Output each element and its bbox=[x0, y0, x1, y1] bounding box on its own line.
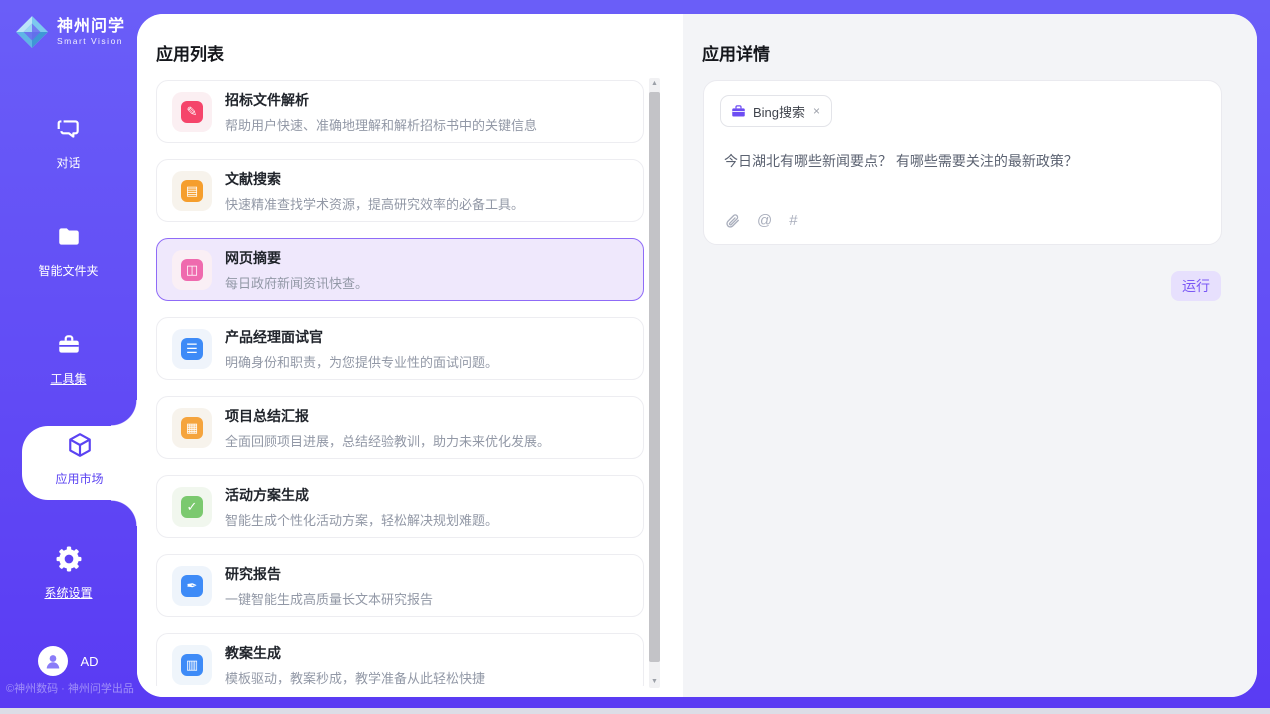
folder-icon bbox=[56, 224, 82, 250]
app-list: ✎ 招标文件解析 帮助用户快速、准确地理解和解析招标书中的关键信息 ▤ 文献搜索… bbox=[137, 80, 683, 686]
chat-icon bbox=[56, 116, 82, 142]
close-icon[interactable]: × bbox=[812, 104, 821, 118]
books-icon: ▥ bbox=[172, 645, 212, 685]
scroll-down-icon[interactable]: ▼ bbox=[649, 676, 660, 688]
app-card-title: 网页摘要 bbox=[225, 248, 368, 268]
app-frame: 神州问学 Smart Vision 对话 智能文件夹 工具集 应用市场 系统设置… bbox=[0, 0, 1270, 708]
copyright-text: ©神州数码 · 神州问学出品 bbox=[6, 680, 134, 696]
query-input[interactable]: 今日湖北有哪些新闻要点？ 有哪些需要关注的最新政策？ bbox=[724, 151, 1201, 171]
app-card-desc: 每日政府新闻资讯快查。 bbox=[225, 273, 368, 292]
app-card-desc: 模板驱动，教案秒成，教学准备从此轻松快捷 bbox=[225, 668, 485, 687]
toolbox-icon bbox=[56, 332, 82, 358]
app-card[interactable]: ✎ 招标文件解析 帮助用户快速、准确地理解和解析招标书中的关键信息 bbox=[156, 80, 644, 143]
app-card-title: 研究报告 bbox=[225, 564, 433, 584]
app-card-desc: 一键智能生成高质量长文本研究报告 bbox=[225, 589, 433, 608]
app-card-title: 项目总结汇报 bbox=[225, 406, 550, 426]
app-card-desc: 智能生成个性化活动方案，轻松解决规划难题。 bbox=[225, 510, 498, 529]
clipboard-check-icon: ✓ bbox=[172, 487, 212, 527]
report-note-icon: ▦ bbox=[172, 408, 212, 448]
app-card-title: 产品经理面试官 bbox=[225, 327, 498, 347]
app-card-title: 活动方案生成 bbox=[225, 485, 498, 505]
app-card[interactable]: ▥ 教案生成 模板驱动，教案秒成，教学准备从此轻松快捷 bbox=[156, 633, 644, 686]
prompt-card: Bing搜索 × 今日湖北有哪些新闻要点？ 有哪些需要关注的最新政策？ @ # bbox=[703, 80, 1222, 245]
sidebar-item-app-market[interactable]: 应用市场 bbox=[22, 426, 137, 500]
app-list-panel: 应用列表 ✎ 招标文件解析 帮助用户快速、准确地理解和解析招标书中的关键信息 ▤… bbox=[137, 14, 683, 697]
sidebar-item-system-settings[interactable]: 系统设置 bbox=[0, 540, 137, 614]
scroll-up-icon[interactable]: ▲ bbox=[649, 78, 660, 90]
app-card-title: 招标文件解析 bbox=[225, 90, 537, 110]
book-icon: ▤ bbox=[172, 171, 212, 211]
app-card[interactable]: ▦ 项目总结汇报 全面回顾项目进展，总结经验教训，助力未来优化发展。 bbox=[156, 396, 644, 459]
app-card[interactable]: ☰ 产品经理面试官 明确身份和职责，为您提供专业性的面试问题。 bbox=[156, 317, 644, 380]
cube-icon bbox=[67, 432, 93, 458]
app-detail-title: 应用详情 bbox=[702, 40, 770, 65]
app-card-desc: 全面回顾项目进展，总结经验教训，助力未来优化发展。 bbox=[225, 431, 550, 450]
screen: { "brand": {"name": "神州问学", "subtitle": … bbox=[0, 0, 1270, 714]
brand-subtitle: Smart Vision bbox=[57, 37, 125, 46]
app-card[interactable]: ✓ 活动方案生成 智能生成个性化活动方案，轻松解决规划难题。 bbox=[156, 475, 644, 538]
browser-code-icon: ◫ bbox=[172, 250, 212, 290]
content-panel: 应用列表 ✎ 招标文件解析 帮助用户快速、准确地理解和解析招标书中的关键信息 ▤… bbox=[137, 14, 1257, 697]
user-initials: AD bbox=[80, 654, 98, 669]
app-card-desc: 帮助用户快速、准确地理解和解析招标书中的关键信息 bbox=[225, 115, 537, 134]
sidebar-item-toolkit[interactable]: 工具集 bbox=[0, 326, 137, 400]
user-account[interactable]: AD bbox=[0, 646, 137, 676]
app-card-title: 文献搜索 bbox=[225, 169, 524, 189]
avatar bbox=[38, 646, 68, 676]
scrollbar-thumb[interactable] bbox=[649, 92, 660, 662]
app-card-desc: 快速精准查找学术资源，提高研究效率的必备工具。 bbox=[225, 194, 524, 213]
brand: 神州问学 Smart Vision bbox=[14, 14, 125, 50]
hashtag-icon[interactable]: # bbox=[789, 212, 797, 230]
attach-icon[interactable] bbox=[724, 213, 740, 229]
scrollbar[interactable]: ▲ ▼ bbox=[649, 78, 660, 688]
app-card[interactable]: ◫ 网页摘要 每日政府新闻资讯快查。 bbox=[156, 238, 644, 301]
app-list-title: 应用列表 bbox=[156, 40, 224, 65]
sidebar-item-smart-folders[interactable]: 智能文件夹 bbox=[0, 218, 137, 292]
document-edit-icon: ✎ bbox=[172, 92, 212, 132]
tool-tag-label: Bing搜索 bbox=[753, 102, 805, 121]
briefcase-icon bbox=[731, 104, 746, 119]
brand-logo-icon bbox=[14, 14, 50, 50]
ink-pen-icon: ✒ bbox=[172, 566, 212, 606]
app-detail-panel: 应用详情 Bing搜索 × 今日湖北有哪些新闻要点？ 有哪些需要关注的最新政策？… bbox=[683, 14, 1257, 697]
brand-name: 神州问学 bbox=[57, 18, 125, 36]
app-card-desc: 明确身份和职责，为您提供专业性的面试问题。 bbox=[225, 352, 498, 371]
tool-tag[interactable]: Bing搜索 × bbox=[720, 95, 832, 127]
sidebar: 神州问学 Smart Vision 对话 智能文件夹 工具集 应用市场 系统设置… bbox=[0, 0, 137, 708]
app-card-title: 教案生成 bbox=[225, 643, 485, 663]
mention-icon[interactable]: @ bbox=[757, 212, 772, 230]
interviewer-icon: ☰ bbox=[172, 329, 212, 369]
app-card[interactable]: ✒ 研究报告 一键智能生成高质量长文本研究报告 bbox=[156, 554, 644, 617]
gear-icon bbox=[56, 546, 82, 572]
sidebar-item-chat[interactable]: 对话 bbox=[0, 110, 137, 184]
run-button[interactable]: 运行 bbox=[1171, 271, 1221, 301]
app-card[interactable]: ▤ 文献搜索 快速精准查找学术资源，提高研究效率的必备工具。 bbox=[156, 159, 644, 222]
